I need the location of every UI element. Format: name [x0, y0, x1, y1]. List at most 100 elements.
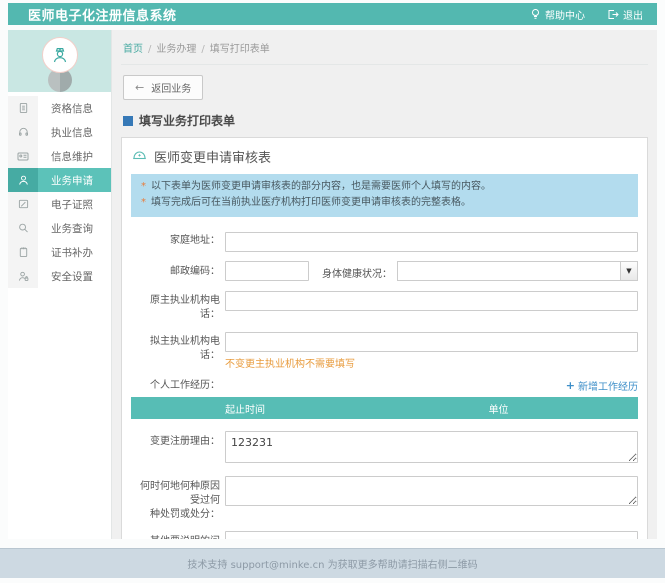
postal-code-input[interactable]: [225, 261, 309, 281]
main-shell: 资格信息 执业信息 信息维护 业务申请 电子证照: [8, 30, 657, 539]
help-center-link[interactable]: 帮助中心: [530, 7, 585, 22]
search-icon: [8, 216, 38, 240]
form-card: 医师变更申请审核表 * 以下表单为医师变更申请审核表的部分内容，也是需要医师个人…: [121, 137, 648, 539]
sidebar-item-business-query[interactable]: 业务查询: [8, 216, 111, 240]
asterisk-icon: *: [141, 179, 146, 195]
chevron-down-icon: ▼: [620, 262, 637, 280]
notice-box: * 以下表单为医师变更申请审核表的部分内容，也是需要医师个人填写的内容。 * 填…: [131, 174, 638, 217]
logout-label: 退出: [623, 7, 643, 22]
sidebar-item-certificate-reissue[interactable]: 证书补办: [8, 240, 111, 264]
sidebar-item-info-maintenance[interactable]: 信息维护: [8, 144, 111, 168]
other-issues-label: 其他要说明的问题：: [131, 531, 225, 539]
work-history-row: 个人工作经历： + 新增工作经历: [131, 375, 638, 393]
health-status-label: 身体健康状况：: [309, 261, 397, 280]
lightbulb-icon: [530, 8, 541, 20]
notice-text-2: 填写完成后可在当前执业医疗机构打印医师变更申请审核表的完整表格。: [151, 195, 471, 211]
sidebar-item-label: 资格信息: [38, 96, 111, 120]
page-root: 医师电子化注册信息系统 帮助中心 退出: [0, 0, 665, 583]
breadcrumb-business[interactable]: 业务办理: [156, 44, 196, 55]
work-history-header-row: 起止时间 单位: [131, 397, 638, 419]
person-lock-icon: [8, 264, 38, 288]
sidebar-item-label: 业务申请: [38, 168, 111, 192]
column-header-unit: 单位: [359, 397, 638, 419]
health-status-select[interactable]: ▼: [397, 261, 638, 281]
notice-line: * 以下表单为医师变更申请审核表的部分内容，也是需要医师个人填写的内容。: [141, 179, 628, 195]
card-title: 医师变更申请审核表: [154, 147, 271, 166]
home-address-label: 家庭地址：: [131, 230, 225, 252]
punishment-label: 何时何地何种原因受过何 种处罚或处分：: [131, 476, 225, 522]
sidebar-item-label: 信息维护: [38, 144, 111, 168]
app-title: 医师电子化注册信息系统: [28, 5, 177, 24]
sidebar-menu: 资格信息 执业信息 信息维护 业务申请 电子证照: [8, 96, 111, 288]
change-reason-textarea[interactable]: 123231: [225, 431, 638, 463]
content-area: 首页 / 业务办理 / 填写打印表单 ← 返回业务 填写业务打印表单 医师变更申请审核表…: [112, 30, 657, 539]
new-org-phone-input[interactable]: [225, 332, 638, 352]
page-footer: 技术支持 support@minke.cn 为获取更多帮助请扫描右侧二维码: [0, 548, 665, 578]
square-bullet-icon: [123, 116, 133, 126]
breadcrumb-separator: /: [201, 44, 204, 55]
punishment-row: 何时何地何种原因受过何 种处罚或处分：: [131, 476, 638, 522]
avatar-block: [8, 30, 111, 92]
sidebar-item-label: 安全设置: [38, 264, 111, 288]
notebook-icon: [8, 240, 38, 264]
asterisk-icon: *: [141, 195, 146, 211]
new-org-phone-label: 拟主执业机构电话：: [131, 331, 225, 371]
new-org-phone-row: 拟主执业机构电话： 不变更主执业机构不需要填写: [131, 331, 638, 371]
back-to-business-button[interactable]: ← 返回业务: [123, 75, 203, 100]
work-history-label: 个人工作经历：: [131, 375, 225, 393]
change-reason-label: 变更注册理由：: [131, 431, 225, 467]
other-issues-textarea[interactable]: [225, 531, 638, 539]
other-issues-row: 其他要说明的问题：: [131, 531, 638, 539]
breadcrumb-current: 填写打印表单: [210, 44, 270, 55]
home-address-row: 家庭地址：: [131, 230, 638, 252]
add-work-history-label: 新增工作经历: [578, 378, 638, 393]
sidebar-item-label: 执业信息: [38, 120, 111, 144]
logout-link[interactable]: 退出: [607, 7, 643, 22]
doctor-cap-icon: [132, 149, 147, 165]
sidebar-item-qualification-info[interactable]: 资格信息: [8, 96, 111, 120]
page-title-text: 填写业务打印表单: [139, 112, 235, 129]
sidebar-item-business-application[interactable]: 业务申请: [8, 168, 111, 192]
new-org-phone-hint: 不变更主执业机构不需要填写: [225, 355, 638, 370]
top-bar: 医师电子化注册信息系统 帮助中心 退出: [8, 3, 657, 25]
bottom-gap: [0, 578, 665, 583]
file-icon: [8, 96, 38, 120]
sidebar-item-label: 证书补办: [38, 240, 111, 264]
breadcrumb-home[interactable]: 首页: [123, 44, 143, 55]
add-work-history-link[interactable]: + 新增工作经历: [566, 378, 638, 393]
back-arrow-icon: ←: [135, 82, 144, 93]
sidebar-item-label: 电子证照: [38, 192, 111, 216]
idcard-icon: [8, 144, 38, 168]
application-form: 家庭地址： 邮政编码： 身体健康状况： ▼: [122, 217, 647, 539]
postal-health-row: 邮政编码： 身体健康状况： ▼: [131, 261, 638, 281]
work-history-table: 起止时间 单位: [131, 397, 638, 419]
orig-org-phone-input[interactable]: [225, 291, 638, 311]
sidebar-item-practice-info[interactable]: 执业信息: [8, 120, 111, 144]
column-header-time-range: 起止时间: [131, 397, 359, 419]
sidebar-item-label: 业务查询: [38, 216, 111, 240]
orig-org-phone-label: 原主执业机构电话：: [131, 290, 225, 322]
logout-icon: [607, 9, 619, 20]
back-button-label: 返回业务: [151, 80, 191, 95]
breadcrumb: 首页 / 业务办理 / 填写打印表单: [121, 37, 648, 65]
punishment-textarea[interactable]: [225, 476, 638, 506]
card-header: 医师变更申请审核表: [122, 138, 647, 172]
page-title: 填写业务打印表单: [123, 112, 646, 129]
doctor-icon: [50, 45, 70, 65]
doctor-avatar: [42, 37, 78, 73]
headset-icon: [8, 120, 38, 144]
breadcrumb-separator: /: [148, 44, 151, 55]
notice-text-1: 以下表单为医师变更申请审核表的部分内容，也是需要医师个人填写的内容。: [151, 179, 491, 195]
sidebar-item-security-settings[interactable]: 安全设置: [8, 264, 111, 288]
orig-org-phone-row: 原主执业机构电话：: [131, 290, 638, 322]
home-address-input[interactable]: [225, 232, 638, 252]
user-icon: [8, 168, 38, 192]
plus-icon: +: [566, 379, 575, 392]
help-center-label: 帮助中心: [545, 7, 585, 22]
postal-code-label: 邮政编码：: [131, 261, 225, 281]
license-icon: [8, 192, 38, 216]
notice-line: * 填写完成后可在当前执业医疗机构打印医师变更申请审核表的完整表格。: [141, 195, 628, 211]
support-text: 技术支持 support@minke.cn 为获取更多帮助请扫描右侧二维码: [187, 556, 477, 571]
sidebar-item-electronic-license[interactable]: 电子证照: [8, 192, 111, 216]
sidebar: 资格信息 执业信息 信息维护 业务申请 电子证照: [8, 30, 112, 539]
